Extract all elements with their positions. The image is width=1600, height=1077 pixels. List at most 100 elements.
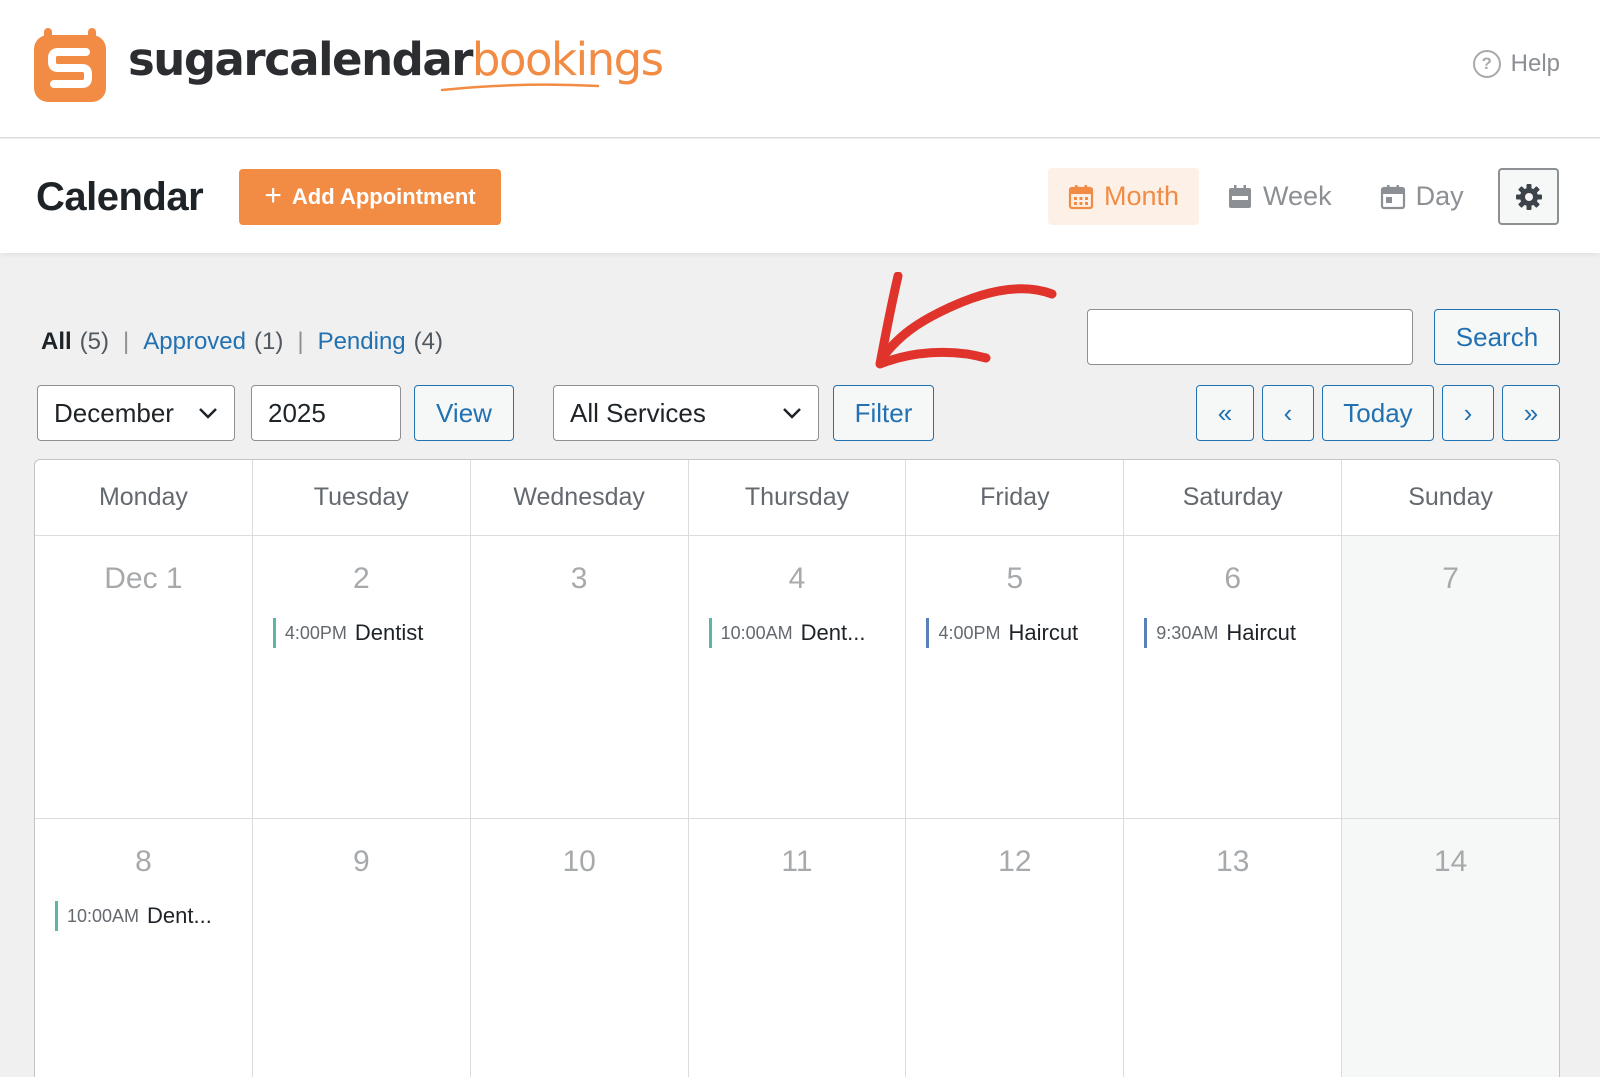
- tab-month-label: Month: [1104, 181, 1180, 211]
- status-all-count: (5): [79, 328, 110, 355]
- nav-today-button[interactable]: Today: [1322, 385, 1434, 441]
- calendar-week-icon: [1229, 184, 1252, 208]
- calendar-week-row: Dec 1 2 4:00PM Dentist 3 4 10:00AM Dent.…: [35, 536, 1559, 819]
- brand-underline-icon: [440, 83, 600, 92]
- status-approved-count: (1): [254, 328, 284, 355]
- calendar-header: Calendar + Add Appointment Month Week Da…: [0, 139, 1600, 253]
- weekday-label: Tuesday: [253, 460, 471, 535]
- appointment-time: 10:00AM: [720, 622, 793, 643]
- nav-first-button[interactable]: «: [1196, 385, 1254, 441]
- calendar-day-cell[interactable]: 9: [253, 819, 471, 1077]
- tab-month[interactable]: Month: [1048, 168, 1200, 225]
- service-select[interactable]: All Services: [553, 385, 819, 441]
- view-button[interactable]: View: [414, 385, 514, 441]
- appointment-time: 9:30AM: [1156, 622, 1219, 643]
- day-number: 2: [352, 562, 370, 595]
- status-pending-count: (4): [413, 328, 443, 355]
- plus-icon: +: [264, 178, 282, 212]
- calendar-day-cell[interactable]: 10: [471, 819, 689, 1077]
- day-number: 12: [998, 845, 1032, 878]
- day-number: 10: [562, 845, 596, 878]
- nav-prev-button[interactable]: ‹: [1262, 385, 1314, 441]
- weekday-label: Saturday: [1124, 460, 1343, 535]
- nav-next-button[interactable]: ›: [1442, 385, 1494, 441]
- calendar-day-cell[interactable]: 12: [906, 819, 1125, 1077]
- calendar-day-cell[interactable]: 5 4:00PM Haircut: [906, 536, 1125, 818]
- search-input[interactable]: [1087, 309, 1413, 365]
- day-number: 13: [1216, 845, 1250, 878]
- appointment-name: Dentist: [354, 620, 424, 645]
- view-switcher: Month Week Day: [1048, 168, 1492, 225]
- month-select[interactable]: December: [37, 385, 235, 441]
- day-number: 7: [1442, 562, 1459, 595]
- appointment-item[interactable]: 10:00AM Dent...: [55, 901, 246, 931]
- day-number: 3: [570, 562, 588, 595]
- page-title: Calendar: [36, 175, 204, 219]
- tab-day[interactable]: Day: [1360, 168, 1484, 225]
- weekday-label: Sunday: [1408, 483, 1493, 511]
- chevron-down-icon: [199, 408, 217, 419]
- appointment-item[interactable]: 4:00PM Haircut: [926, 618, 1117, 648]
- weekday-label: Friday: [906, 460, 1125, 535]
- calendar-day-cell[interactable]: 14: [1342, 819, 1559, 1077]
- day-number: 11: [781, 845, 813, 878]
- appointment-name: Haircut: [1008, 620, 1079, 645]
- add-appointment-label: Add Appointment: [291, 184, 476, 209]
- day-number: 4: [788, 562, 806, 595]
- tab-week[interactable]: Week: [1207, 168, 1352, 225]
- help-link[interactable]: ? Help: [1472, 50, 1560, 78]
- status-filter: All (5) | Approved (1) | Pending (4): [41, 328, 443, 356]
- weekday-label: Thursday: [689, 460, 907, 535]
- calendar-day-cell[interactable]: Dec 1: [35, 536, 253, 818]
- appointment-name: Dent...: [147, 903, 212, 928]
- status-all[interactable]: All: [41, 328, 72, 356]
- chevron-down-icon: [783, 408, 801, 419]
- month-select-value: December: [54, 397, 174, 428]
- weekday-label: Monday: [35, 460, 253, 535]
- nav-last-button[interactable]: »: [1502, 385, 1560, 441]
- day-number: 6: [1224, 562, 1242, 595]
- filter-button[interactable]: Filter: [833, 385, 934, 441]
- year-field[interactable]: 2025: [251, 385, 401, 441]
- calendar-day-cell[interactable]: 2 4:00PM Dentist: [253, 536, 471, 818]
- help-label: Help: [1510, 50, 1560, 77]
- calendar-day-cell[interactable]: 13: [1124, 819, 1343, 1077]
- status-separator: |: [297, 328, 304, 355]
- brand-bar: sugarcalendarbookings ? Help: [0, 0, 1600, 138]
- tab-day-label: Day: [1415, 181, 1464, 211]
- question-circle-icon: ?: [1472, 50, 1501, 78]
- search-button[interactable]: Search: [1434, 309, 1560, 365]
- settings-button[interactable]: [1498, 168, 1559, 225]
- day-number: 14: [1433, 845, 1468, 878]
- appointment-name: Haircut: [1226, 620, 1297, 645]
- calendar-day-cell[interactable]: 4 10:00AM Dent...: [689, 536, 907, 818]
- appointment-time: 4:00PM: [284, 622, 347, 643]
- weekday-header: Monday Tuesday Wednesday Thursday Friday…: [35, 460, 1559, 536]
- appointment-item[interactable]: 10:00AM Dent...: [708, 618, 900, 648]
- appointment-item[interactable]: 4:00PM Dentist: [272, 618, 464, 648]
- calendar-day-cell[interactable]: 6 9:30AM Haircut: [1124, 536, 1343, 818]
- tab-week-label: Week: [1263, 181, 1332, 211]
- appointment-time: 4:00PM: [938, 622, 1001, 643]
- calendar-day-cell[interactable]: 7: [1342, 536, 1559, 818]
- appointment-item[interactable]: 9:30AM Haircut: [1144, 618, 1335, 648]
- status-separator: |: [123, 328, 130, 355]
- month-calendar: Monday Tuesday Wednesday Thursday Friday…: [34, 459, 1560, 1077]
- day-number: 8: [135, 845, 152, 878]
- day-number: 9: [352, 845, 370, 878]
- add-appointment-button[interactable]: + Add Appointment: [239, 169, 501, 225]
- day-number: 5: [1006, 562, 1024, 595]
- red-arrow-icon: [875, 272, 1057, 369]
- calendar-day-cell[interactable]: 11: [689, 819, 907, 1077]
- appointment-name: Dent...: [800, 620, 866, 645]
- calendar-day-cell[interactable]: 8 10:00AM Dent...: [35, 819, 253, 1077]
- status-pending[interactable]: Pending: [318, 328, 406, 356]
- weekday-label: Wednesday: [471, 460, 689, 535]
- calendar-month-icon: [1068, 184, 1094, 209]
- status-approved[interactable]: Approved: [143, 328, 246, 356]
- appointment-time: 10:00AM: [67, 905, 140, 926]
- gear-icon: [1515, 183, 1542, 210]
- day-number: Dec 1: [104, 562, 183, 595]
- year-field-value: 2025: [268, 397, 326, 428]
- calendar-day-cell[interactable]: 3: [471, 536, 689, 818]
